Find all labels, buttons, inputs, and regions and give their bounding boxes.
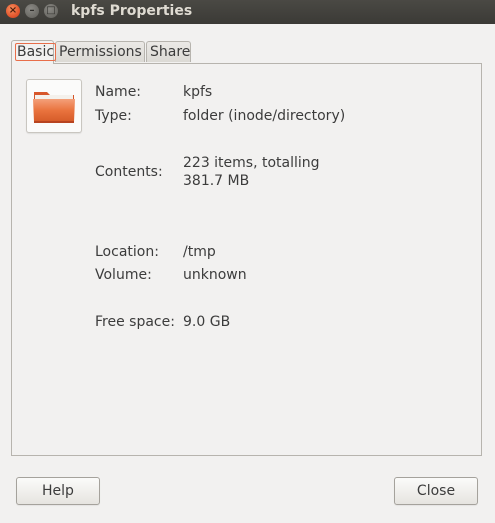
contents-label: Contents: <box>95 164 163 180</box>
minimize-window-icon[interactable]: – <box>25 4 39 18</box>
tab-basic-label: Basic <box>15 43 57 61</box>
window-title: kpfs Properties <box>71 3 193 19</box>
contents-value-line1: 223 items, totalling <box>183 155 320 171</box>
type-value: folder (inode/directory) <box>183 108 346 124</box>
name-value[interactable]: kpfs <box>183 84 212 100</box>
help-button[interactable]: Help <box>16 477 100 505</box>
tab-basic[interactable]: Basic <box>11 40 57 64</box>
folder-icon-button[interactable] <box>26 79 82 133</box>
title-bar[interactable]: × – □ kpfs Properties <box>0 0 495 24</box>
maximize-window-icon[interactable]: □ <box>44 4 58 18</box>
location-label: Location: <box>95 244 159 260</box>
volume-label: Volume: <box>95 267 152 283</box>
name-label: Name: <box>95 84 142 100</box>
folder-icon <box>33 92 75 123</box>
close-button[interactable]: Close <box>394 477 478 505</box>
tab-share-label: Share <box>150 44 191 60</box>
tab-share[interactable]: Share <box>146 41 191 62</box>
close-window-icon[interactable]: × <box>6 4 20 18</box>
tab-permissions-label: Permissions <box>59 44 142 60</box>
tab-permissions[interactable]: Permissions <box>55 41 145 62</box>
volume-value: unknown <box>183 267 247 283</box>
free-space-label: Free space: <box>95 314 175 330</box>
free-space-value: 9.0 GB <box>183 314 231 330</box>
contents-value-line2: 381.7 MB <box>183 173 250 189</box>
type-label: Type: <box>95 108 132 124</box>
location-value: /tmp <box>183 244 216 260</box>
